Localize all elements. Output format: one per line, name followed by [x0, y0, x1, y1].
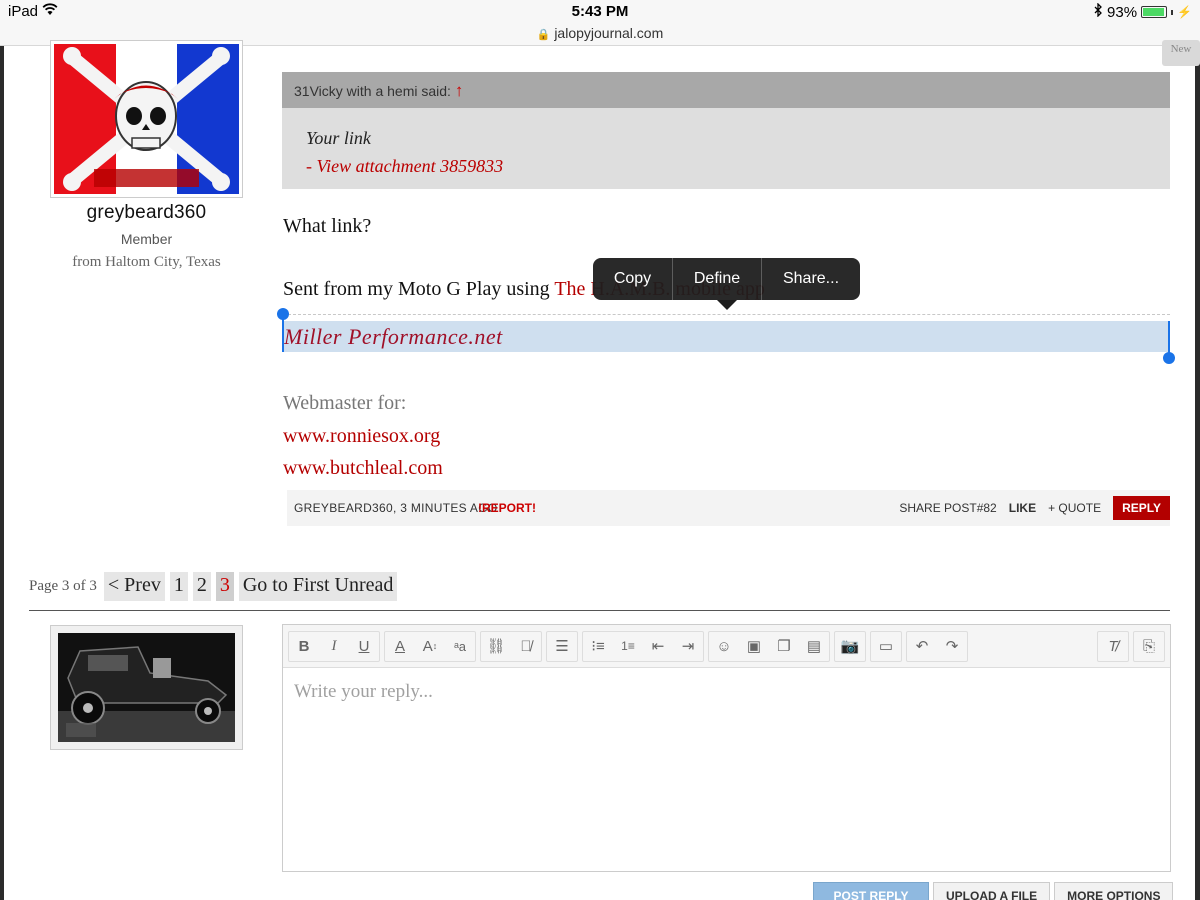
indent-icon[interactable]: ⇥ [673, 632, 703, 661]
redo-icon[interactable]: ↷ [937, 632, 967, 661]
quote-header: 31Vicky with a hemi said: ↑ [282, 72, 1170, 108]
reply-input[interactable]: Write your reply... [294, 681, 433, 703]
remove-format-icon[interactable]: T̸ [1098, 632, 1128, 661]
battery-icon [1141, 6, 1168, 18]
align-icon[interactable]: ☰ [547, 632, 577, 661]
signature-divider [283, 314, 1170, 315]
status-bar: iPad 5:43 PM 93% ⚡ [0, 0, 1200, 24]
editor-toolbar: B I U A A↕ ᵃa ⛓ ⛓̸ ☰ ⁝≡ 1≡ ⇤ ⇥ ☺ ▣ ❐ ▤ [283, 625, 1170, 668]
unlink-icon[interactable]: ⛓̸ [511, 632, 541, 661]
charging-icon: ⚡ [1177, 5, 1192, 19]
prev-page-button[interactable]: < Prev [103, 572, 165, 601]
outdent-icon[interactable]: ⇤ [643, 632, 673, 661]
selection-start-knob[interactable] [277, 308, 289, 320]
like-link[interactable]: LIKE [1009, 501, 1036, 515]
reply-button[interactable]: REPLY [1113, 496, 1170, 520]
upload-file-button[interactable]: UPLOAD A FILE [933, 882, 1051, 900]
bullet-list-icon[interactable]: ⁝≡ [583, 632, 613, 661]
link-icon[interactable]: ⛓ [481, 632, 511, 661]
new-tab-hint[interactable]: New [1162, 40, 1200, 66]
bold-icon[interactable]: B [289, 632, 319, 661]
clock: 5:43 PM [571, 3, 629, 20]
left-edge [0, 46, 4, 900]
smilie-icon[interactable]: ☺ [709, 632, 739, 661]
font-family-icon[interactable]: ᵃa [445, 632, 475, 661]
share-post-link[interactable]: SHARE POST#82 [899, 501, 996, 515]
current-user-avatar[interactable] [50, 625, 243, 750]
skull-crossbones-image [63, 47, 230, 191]
author-title: Member [120, 231, 173, 247]
undo-icon[interactable]: ↶ [907, 632, 937, 661]
edit-callout-menu: Copy Define Share... [593, 258, 860, 300]
quote-attribution: 31Vicky with a hemi said: [294, 83, 451, 99]
lock-icon: 🔒 [536, 29, 551, 41]
url-text: jalopyjournal.com [554, 25, 664, 41]
post-text: What link? [283, 215, 372, 237]
code-icon[interactable]: ▤ [799, 632, 829, 661]
author-avatar[interactable] [50, 40, 243, 198]
signature-link-butchleal[interactable]: www.butchleal.com [283, 457, 443, 480]
quote-link[interactable]: + QUOTE [1048, 501, 1101, 515]
pagination: Page 3 of 3 < Prev 1 2 3 Go to First Unr… [29, 572, 398, 601]
numbered-list-icon[interactable]: 1≡ [613, 632, 643, 661]
signature-link[interactable]: Miller Performance.net [284, 324, 503, 350]
author-username[interactable]: greybeard360 [50, 202, 243, 224]
first-unread-button[interactable]: Go to First Unread [238, 572, 398, 601]
quote-jump-arrow-icon[interactable]: ↑ [455, 81, 464, 100]
hot-rod-image [58, 633, 235, 742]
save-draft-icon[interactable]: ▭ [871, 632, 901, 661]
underline-icon[interactable]: U [349, 632, 379, 661]
editor-buttons: POST REPLY UPLOAD A FILE MORE OPTIONS [813, 882, 1174, 900]
signature-link-ronniesox[interactable]: www.ronniesox.org [283, 425, 440, 448]
page-button-3-current[interactable]: 3 [215, 572, 234, 601]
selection-start-handle[interactable] [282, 316, 284, 352]
sent-prefix: Sent from my Moto G Play using [283, 278, 555, 300]
pagination-divider [29, 610, 1170, 611]
selection-end-knob[interactable] [1163, 352, 1175, 364]
italic-icon[interactable]: I [319, 632, 349, 661]
media-icon[interactable]: ❐ [769, 632, 799, 661]
battery-percent: 93% [1107, 3, 1138, 21]
callout-share[interactable]: Share... [762, 258, 860, 300]
toggle-bbcode-icon[interactable]: ⎘ [1134, 632, 1164, 661]
callout-copy[interactable]: Copy [593, 258, 673, 300]
reply-editor: B I U A A↕ ᵃa ⛓ ⛓̸ ☰ ⁝≡ 1≡ ⇤ ⇥ ☺ ▣ ❐ ▤ [282, 624, 1171, 872]
page-count-label: Page 3 of 3 [29, 578, 97, 594]
quote-body: Your link - View attachment 3859833 [282, 108, 1170, 189]
signature-label: Webmaster for: [283, 392, 407, 414]
bluetooth-icon [1093, 2, 1103, 21]
callout-pointer [717, 300, 737, 310]
quote-line: Your link [306, 128, 371, 148]
attachment-link[interactable]: - View attachment 3859833 [306, 152, 1146, 180]
page-button-1[interactable]: 1 [169, 572, 188, 601]
report-link[interactable]: !REPORT! [478, 501, 536, 515]
text-color-icon[interactable]: A [385, 632, 415, 661]
more-options-button[interactable]: MORE OPTIONS [1054, 882, 1174, 900]
post-footer: GREYBEARD360, 3 MINUTES AGO !REPORT! SHA… [287, 490, 1170, 526]
post-meta[interactable]: GREYBEARD360, 3 MINUTES AGO [294, 501, 498, 515]
page-button-2[interactable]: 2 [192, 572, 211, 601]
font-size-icon[interactable]: A ↕ [415, 632, 445, 661]
right-edge [1195, 46, 1200, 900]
image-icon[interactable]: ▣ [739, 632, 769, 661]
camera-icon[interactable]: 📷 [835, 632, 865, 661]
post-reply-button[interactable]: POST REPLY [813, 882, 929, 900]
callout-define[interactable]: Define [673, 258, 762, 300]
author-location: from Haltom City, Texas [72, 254, 221, 270]
